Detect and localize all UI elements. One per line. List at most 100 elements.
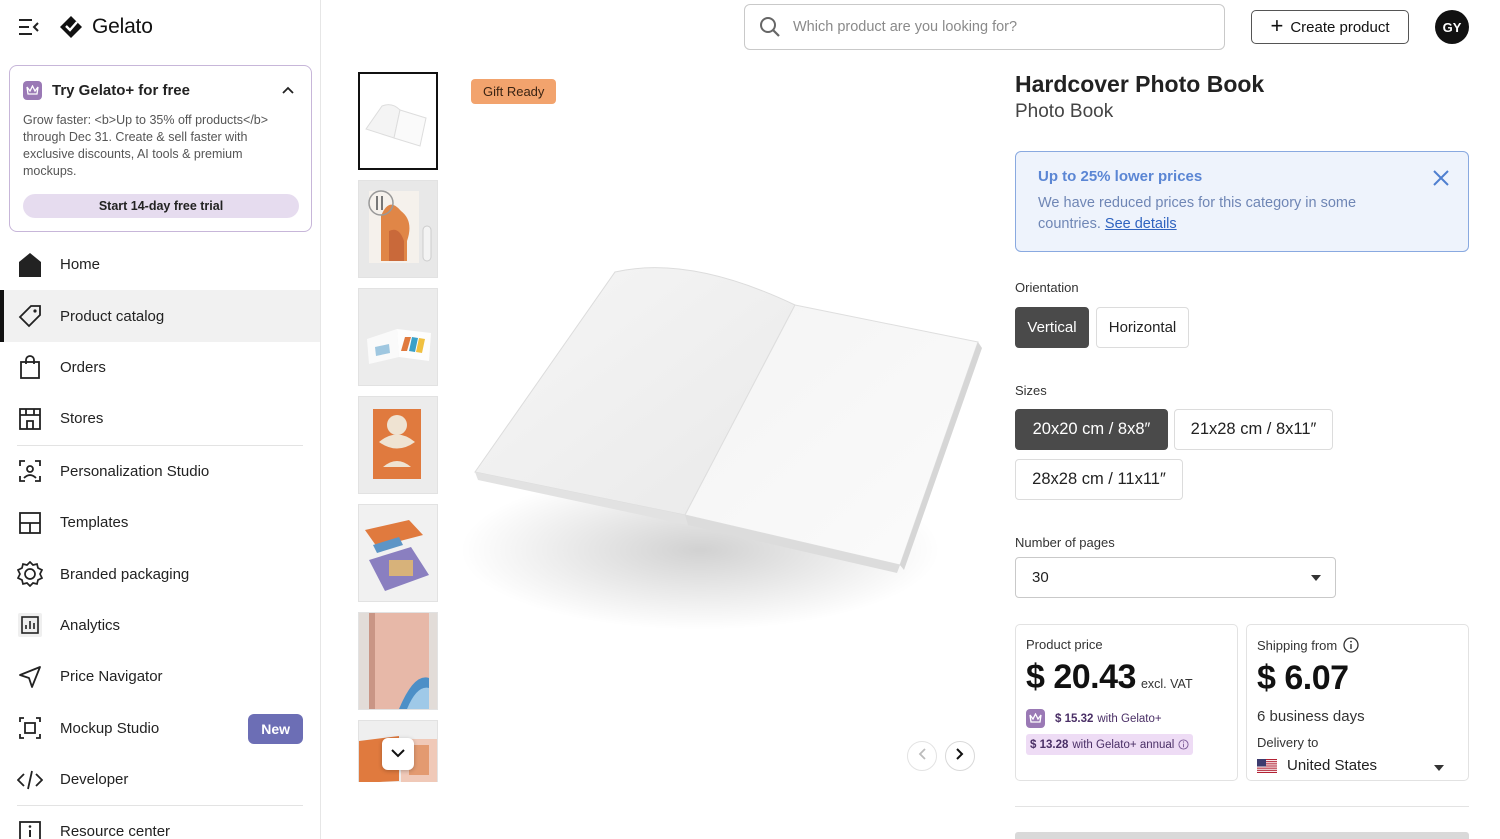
bag-icon [17, 354, 43, 380]
chevron-up-icon[interactable] [278, 80, 298, 100]
home-icon [17, 252, 43, 278]
plus-price-text: with Gelato+ [1097, 712, 1162, 725]
nav-label: Stores [60, 410, 104, 428]
code-icon [17, 767, 43, 793]
gallery-prev-button[interactable] [907, 741, 937, 771]
create-product-label: Create product [1290, 18, 1390, 36]
country-name: United States [1287, 757, 1378, 774]
plus-price-value: $ 15.32 [1055, 712, 1094, 725]
see-details-link[interactable]: See details [1105, 216, 1177, 232]
thumbnail-list [358, 72, 438, 782]
thumbnail-2[interactable] [358, 180, 438, 278]
nav-label: Templates [60, 514, 129, 532]
nav-item-mockup-studio[interactable]: Mockup Studio New [0, 703, 320, 754]
tag-icon [17, 303, 43, 329]
orientation-option-vertical[interactable]: Vertical [1015, 307, 1089, 348]
nav-item-orders[interactable]: Orders [0, 342, 320, 393]
promo-title: Try Gelato+ for free [52, 81, 190, 99]
store-icon [17, 406, 43, 432]
thumbnail-4[interactable] [358, 396, 438, 494]
product-price-card: Product price $ 20.43 excl. VAT $ 15.32 … [1015, 624, 1238, 781]
search-bar [744, 4, 1225, 50]
orientation-option-horizontal[interactable]: Horizontal [1096, 307, 1189, 348]
gelato-plus-promo: Try Gelato+ for free Grow faster: <b>Up … [9, 65, 312, 232]
product-subtitle: Photo Book [1015, 101, 1114, 122]
chart-icon [17, 612, 43, 638]
nav-item-product-catalog[interactable]: Product catalog [0, 290, 320, 343]
menu-collapse-icon[interactable] [18, 16, 40, 38]
new-badge: New [248, 713, 303, 744]
mockup-icon [17, 715, 43, 741]
main-nav: Home Product catalog Orders Stores Perso… [0, 239, 320, 839]
create-product-button[interactable]: + Create product [1251, 10, 1409, 44]
size-option-20x20[interactable]: 20x20 cm / 8x8″ [1015, 409, 1168, 450]
nav-item-stores[interactable]: Stores [0, 393, 320, 444]
nav-label: Branded packaging [60, 565, 190, 583]
crown-icon [23, 80, 42, 100]
nav-label: Home [60, 256, 101, 274]
close-icon[interactable] [1430, 167, 1452, 189]
price-notice: Up to 25% lower prices We have reduced p… [1015, 151, 1469, 252]
product-title: Hardcover Photo Book [1015, 71, 1265, 97]
shipping-card: Shipping from $ 6.07 6 business days Del… [1246, 624, 1469, 781]
layout-icon [17, 510, 43, 536]
brand-name[interactable]: Gelato [92, 15, 153, 39]
nav-label: Personalization Studio [60, 462, 210, 480]
orientation-label: Orientation [1015, 280, 1079, 295]
thumbnail-6[interactable] [358, 612, 438, 710]
next-section-edge [1015, 832, 1469, 839]
sizes-label: Sizes [1015, 383, 1047, 398]
annual-price-text: with Gelato+ annual [1072, 738, 1175, 751]
thumbnails-scroll-down-button[interactable] [382, 738, 414, 770]
nav-item-home[interactable]: Home [0, 239, 320, 290]
nav-item-personalization-studio[interactable]: Personalization Studio [0, 446, 320, 497]
badge-icon [17, 561, 43, 588]
nav-item-price-navigator[interactable]: Price Navigator [0, 651, 320, 702]
nav-label: Resource center [60, 823, 171, 839]
nav-item-analytics[interactable]: Analytics [0, 600, 320, 651]
product-main-image [460, 250, 990, 650]
notice-text: We have reduced prices for this category… [1038, 193, 1398, 235]
chevron-down-icon [1434, 765, 1444, 771]
notice-title: Up to 25% lower prices [1038, 168, 1203, 185]
gallery-next-button[interactable] [945, 741, 975, 771]
size-option-21x28[interactable]: 21x28 cm / 8x11″ [1174, 409, 1333, 450]
chevron-down-icon [1311, 575, 1321, 581]
gift-ready-badge: Gift Ready [471, 79, 557, 104]
info-icon[interactable] [1343, 637, 1359, 653]
chevron-left-icon [918, 747, 926, 765]
price-amount: $ 20.43 [1026, 658, 1136, 696]
pages-label: Number of pages [1015, 535, 1115, 550]
shipping-amount: $ 6.07 [1257, 659, 1349, 697]
shipping-label: Shipping from [1257, 637, 1338, 653]
delivery-country-select[interactable]: United States [1257, 757, 1458, 774]
price-label: Product price [1026, 637, 1103, 652]
notice-body: We have reduced prices for this category… [1038, 195, 1357, 232]
thumbnail-1[interactable] [358, 72, 438, 170]
nav-item-developer[interactable]: Developer [0, 754, 320, 805]
nav-item-resource-center[interactable]: Resource center [0, 806, 320, 839]
pages-select[interactable]: 30 [1015, 557, 1336, 598]
gelato-plus-price: $ 15.32 with Gelato+ [1026, 709, 1227, 728]
nav-item-templates[interactable]: Templates [0, 497, 320, 548]
crown-icon [1026, 709, 1045, 728]
thumbnail-3[interactable] [358, 288, 438, 386]
us-flag-icon [1257, 758, 1277, 773]
nav-label: Mockup Studio [60, 719, 160, 737]
divider [1015, 806, 1469, 807]
info-icon[interactable] [1178, 739, 1189, 750]
info-square-icon [17, 819, 43, 839]
nav-label: Developer [60, 771, 129, 789]
thumbnail-5[interactable] [358, 504, 438, 602]
search-input[interactable] [793, 19, 1224, 35]
plus-icon: + [1270, 13, 1284, 38]
size-option-28x28[interactable]: 28x28 cm / 11x11″ [1015, 459, 1183, 500]
nav-item-branded-packaging[interactable]: Branded packaging [0, 548, 320, 599]
gelato-logo-icon[interactable] [58, 14, 84, 40]
shipping-days: 6 business days [1257, 708, 1365, 725]
send-icon [17, 664, 43, 690]
avatar[interactable]: GY [1435, 10, 1469, 44]
pages-value: 30 [1032, 569, 1049, 586]
promo-body: Grow faster: <b>Up to 35% off products</… [23, 113, 269, 178]
start-trial-button[interactable]: Start 14-day free trial [23, 194, 299, 218]
